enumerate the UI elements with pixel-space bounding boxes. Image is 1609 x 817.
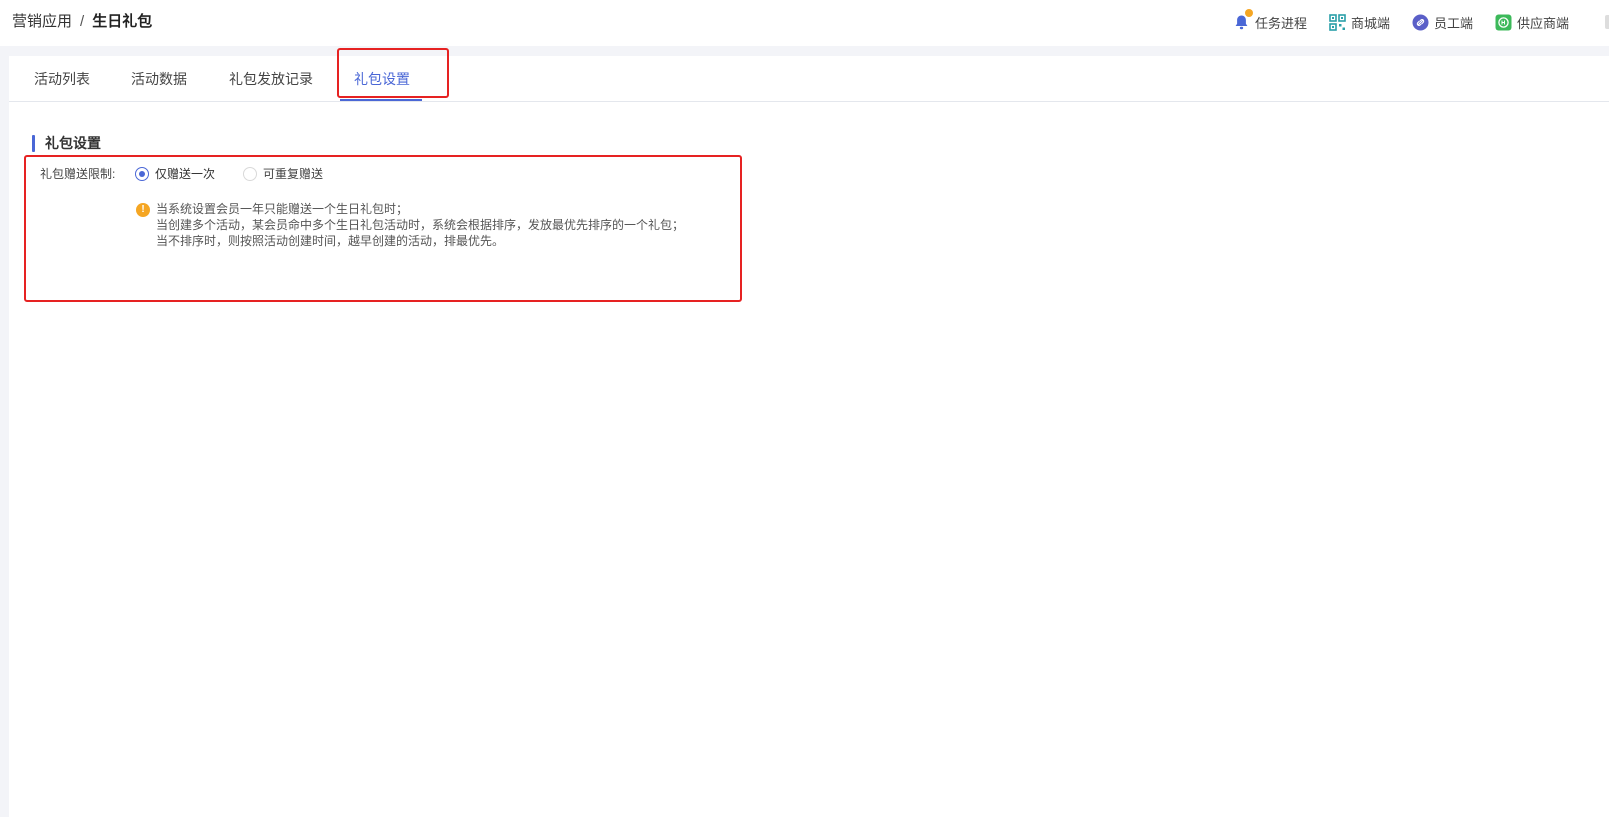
radio-send-once[interactable]: 仅赠送一次: [135, 165, 215, 182]
supplier-link[interactable]: 供应商端: [1495, 12, 1569, 32]
breadcrumb-separator: /: [80, 13, 85, 30]
task-progress-link[interactable]: 任务进程: [1233, 8, 1307, 32]
main-panel: 活动列表 活动数据 礼包发放记录 礼包设置 礼包设置 礼包赠送限制: 仅赠送一次…: [9, 48, 1609, 817]
radio-send-once-label[interactable]: 仅赠送一次: [155, 165, 215, 182]
notice-line: 当系统设置会员一年只能赠送一个生日礼包时；: [156, 202, 409, 216]
tab-gift-records[interactable]: 礼包发放记录: [229, 70, 313, 88]
radio-repeat-send[interactable]: 可重复赠送: [243, 165, 323, 182]
section-title: 礼包设置: [32, 134, 101, 152]
radio-circle-checked[interactable]: [135, 166, 149, 181]
radio-circle-unchecked[interactable]: [243, 166, 258, 181]
mall-link[interactable]: 商城端: [1329, 12, 1390, 32]
section-title-text: 礼包设置: [45, 135, 101, 151]
supplier-label: 供应商端: [1516, 15, 1569, 31]
staff-label: 员工端: [1433, 15, 1473, 31]
staff-link[interactable]: 员工端: [1412, 12, 1473, 32]
bell-icon: [1233, 8, 1253, 31]
task-progress-label: 任务进程: [1254, 15, 1307, 31]
section-title-bar: [32, 134, 35, 152]
notice-line: 当创建多个活动，某会员命中多个生日礼包活动时，系统会根据排序，发放最优先排序的一…: [156, 218, 685, 232]
tab-activity-data[interactable]: 活动数据: [131, 70, 187, 88]
active-tab-indicator: [340, 99, 422, 101]
notice-block: ! 当系统设置会员一年只能赠送一个生日礼包时； 当创建多个活动，某会员命中多个生…: [136, 201, 684, 249]
notice-lines: 当系统设置会员一年只能赠送一个生日礼包时； 当创建多个活动，某会员命中多个生日礼…: [156, 201, 684, 249]
supplier-icon: [1495, 14, 1512, 31]
breadcrumb-parent[interactable]: 营销应用: [12, 12, 72, 32]
collapsed-edge-handle[interactable]: [1605, 15, 1609, 29]
tab-gift-settings[interactable]: 礼包设置: [354, 70, 410, 88]
breadcrumb-current: 生日礼包: [92, 13, 153, 30]
breadcrumb: 营销应用 / 生日礼包: [12, 12, 152, 32]
gift-limit-radio-group: 仅赠送一次 可重复赠送: [135, 165, 351, 182]
top-bar: 营销应用 / 生日礼包 任务进程 商城端 员工端 供应商端: [0, 0, 1609, 46]
notice-line: 当不排序时，则按照活动创建时间，越早创建的活动，排最优先。: [156, 234, 505, 248]
qrcode-icon: [1329, 13, 1346, 31]
tab-bar: 活动列表 活动数据 礼包发放记录 礼包设置: [9, 48, 1609, 102]
link-icon: [1412, 14, 1429, 31]
notification-badge: [1244, 8, 1253, 17]
mall-label: 商城端: [1350, 15, 1390, 31]
warning-icon: !: [136, 203, 150, 217]
gift-limit-label: 礼包赠送限制:: [40, 167, 116, 181]
top-links: 任务进程 商城端 员工端 供应商端: [1211, 8, 1569, 32]
radio-repeat-send-label[interactable]: 可重复赠送: [263, 165, 323, 182]
tab-activity-list[interactable]: 活动列表: [34, 70, 90, 88]
